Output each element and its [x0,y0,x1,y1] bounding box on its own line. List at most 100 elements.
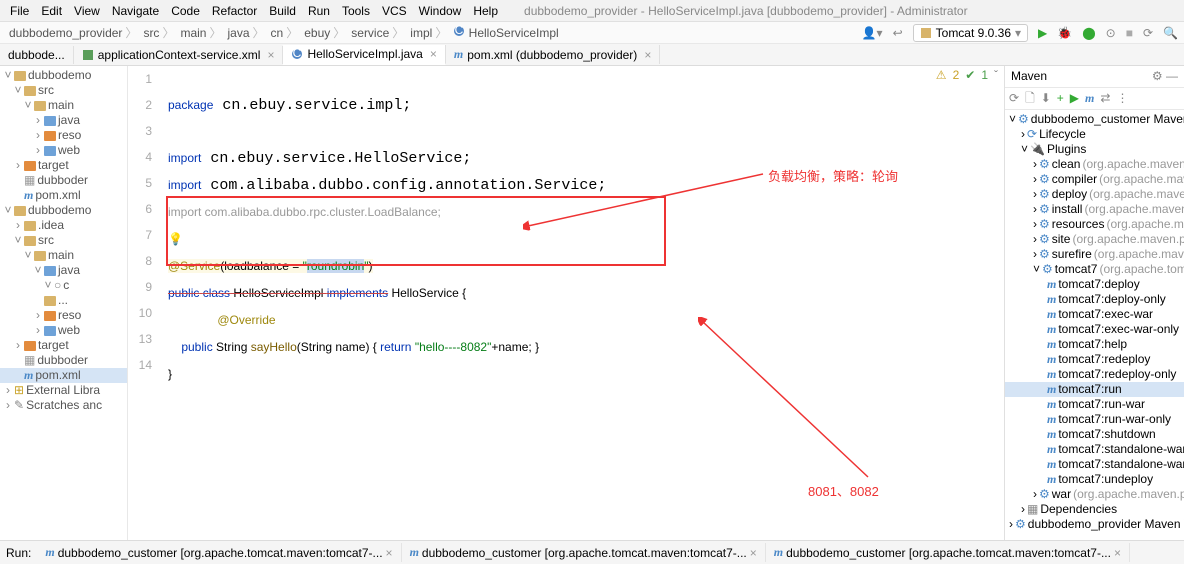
run-button[interactable]: ▶ [1038,26,1047,40]
maven-node[interactable]: mtomcat7:shutdown [1005,427,1184,442]
back-icon[interactable]: ↩ [893,26,903,40]
coverage-button[interactable]: ⬤ [1082,26,1095,40]
tree-node[interactable]: ˅○c [0,278,127,293]
maven-node[interactable]: mtomcat7:deploy-only [1005,292,1184,307]
maven-node[interactable]: mtomcat7:exec-war [1005,307,1184,322]
maven-tree[interactable]: ˅⚙dubbodemo_customer Maven Webap›⟳Lifecy… [1005,110,1184,534]
tree-node[interactable]: ˅main [0,98,127,113]
maven-node[interactable]: ›⚙surefire (org.apache.maven.plu [1005,247,1184,262]
menu-window[interactable]: Window [413,2,468,20]
maven-node[interactable]: ›⚙war (org.apache.maven.plugins [1005,487,1184,502]
tree-node[interactable]: ˅main [0,248,127,263]
tree-node[interactable]: ˅src [0,233,127,248]
maven-node[interactable]: mtomcat7:run [1005,382,1184,397]
maven-node[interactable]: ›▦Dependencies [1005,502,1184,517]
tree-node[interactable]: ›target [0,338,127,353]
maven-node[interactable]: mtomcat7:undeploy [1005,472,1184,487]
menu-build[interactable]: Build [263,2,302,20]
menu-refactor[interactable]: Refactor [206,2,263,20]
reload-icon[interactable]: ⟳ [1009,91,1019,106]
tree-node[interactable]: ˅dubbodemo [0,68,127,83]
menu-file[interactable]: File [4,2,35,20]
tree-node[interactable]: ˅java [0,263,127,278]
maven-node[interactable]: ›⚙dubbodemo_provider Maven Webap [1005,517,1184,532]
menu-view[interactable]: View [68,2,106,20]
tree-node[interactable]: ˅src [0,83,127,98]
download-icon[interactable]: ⬇ [1041,91,1051,106]
execute-goal-icon[interactable]: m [1085,91,1094,106]
tree-node[interactable]: mpom.xml [0,368,127,383]
maven-node[interactable]: mtomcat7:run-war [1005,397,1184,412]
tree-node[interactable]: ›target [0,158,127,173]
crumb-5[interactable]: ebuy [301,24,348,41]
maven-node[interactable]: mtomcat7:run-war-only [1005,412,1184,427]
maven-node[interactable]: ›⚙compiler (org.apache.maven.plu [1005,172,1184,187]
close-icon[interactable]: × [267,48,274,62]
user-icon[interactable]: 👤▾ [862,26,883,40]
maven-node[interactable]: ›⟳Lifecycle [1005,127,1184,142]
maven-node[interactable]: ›⚙resources (org.apache.maven.p [1005,217,1184,232]
tree-node[interactable]: ›java [0,113,127,128]
tree-node[interactable]: ›web [0,323,127,338]
debug-button[interactable]: 🐞 [1057,26,1072,40]
tree-node[interactable]: ›⊞External Libra [0,383,127,398]
crumb-2[interactable]: main [177,24,224,41]
menu-edit[interactable]: Edit [35,2,68,20]
close-icon[interactable]: × [430,47,437,61]
close-icon[interactable]: × [1114,546,1121,560]
menu-tools[interactable]: Tools [336,2,376,20]
run-tab-2[interactable]: mdubbodemo_customer [org.apache.tomcat.m… [766,543,1130,562]
project-tree[interactable]: ˅dubbodemo˅src˅main›java›reso›web›target… [0,66,128,540]
code-editor[interactable]: ⚠2 ✔1 ˇ 123456789101314 package cn.ebuy.… [128,66,1004,540]
profile-button[interactable]: ⊙ [1106,26,1116,40]
maven-node[interactable]: mtomcat7:standalone-war [1005,442,1184,457]
tab-3[interactable]: mpom.xml (dubbodemo_provider)× [446,45,660,64]
maven-node[interactable]: ›⚙deploy (org.apache.maven.plug [1005,187,1184,202]
menu-navigate[interactable]: Navigate [106,2,165,20]
crumb-8[interactable]: C HelloServiceImpl [450,25,561,40]
maven-node[interactable]: ›⚙clean (org.apache.maven.plugin [1005,157,1184,172]
crumb-0[interactable]: dubbodemo_provider [6,24,140,41]
run-tab-0[interactable]: mdubbodemo_customer [org.apache.tomcat.m… [37,543,401,562]
maven-node[interactable]: mtomcat7:redeploy [1005,352,1184,367]
crumb-4[interactable]: cn [268,24,302,41]
maven-node[interactable]: ›⚙install (org.apache.maven.plug [1005,202,1184,217]
tree-node[interactable]: ▦dubboder [0,173,127,188]
menu-code[interactable]: Code [165,2,206,20]
more-icon[interactable]: ⋮ [1116,91,1128,106]
tree-node[interactable]: ... [0,293,127,308]
gear-icon[interactable]: ⚙ [1152,69,1163,83]
tree-node[interactable]: ˅dubbodemo [0,203,127,218]
close-icon[interactable]: × [750,546,757,560]
run-tab-1[interactable]: mdubbodemo_customer [org.apache.tomcat.m… [402,543,766,562]
maven-node[interactable]: ˅⚙tomcat7 (org.apache.tomcat.m [1005,262,1184,277]
stop-button[interactable]: ■ [1126,26,1133,40]
maven-node[interactable]: mtomcat7:exec-war-only [1005,322,1184,337]
run-maven-icon[interactable]: ▶ [1070,91,1079,106]
menu-run[interactable]: Run [302,2,336,20]
tree-node[interactable]: ›reso [0,128,127,143]
crumb-3[interactable]: java [224,24,267,41]
maven-node[interactable]: ˅⚙dubbodemo_customer Maven Webap [1005,112,1184,127]
crumb-6[interactable]: service [348,24,407,41]
maven-node[interactable]: mtomcat7:standalone-war-onl [1005,457,1184,472]
crumb-1[interactable]: src [140,24,177,41]
maven-tool-window[interactable]: Maven ⚙ — ⟳ 🗋 ⬇ + ▶ m ⇄ ⋮ ˅⚙dubbodemo_cu… [1004,66,1184,540]
run-config-selector[interactable]: Tomcat 9.0.36 ▾ [913,24,1028,42]
tree-node[interactable]: ›web [0,143,127,158]
add-icon[interactable]: + [1057,91,1064,106]
tree-node[interactable]: ›✎Scratches anc [0,398,127,413]
maven-node[interactable]: ›⚙site (org.apache.maven.plugins: [1005,232,1184,247]
tree-node[interactable]: ›reso [0,308,127,323]
tab-0[interactable]: dubbode... [0,46,74,64]
search-icon[interactable]: 🔍 [1163,26,1178,40]
toggle-icon[interactable]: ⇄ [1100,91,1110,106]
generate-icon[interactable]: 🗋 [1025,91,1035,106]
tree-node[interactable]: ▦dubboder [0,353,127,368]
maven-node[interactable]: mtomcat7:help [1005,337,1184,352]
maven-node[interactable]: ˅🔌Plugins [1005,142,1184,157]
close-icon[interactable]: × [386,546,393,560]
menu-vcs[interactable]: VCS [376,2,413,20]
tree-node[interactable]: ›.idea [0,218,127,233]
maven-node[interactable]: mtomcat7:redeploy-only [1005,367,1184,382]
